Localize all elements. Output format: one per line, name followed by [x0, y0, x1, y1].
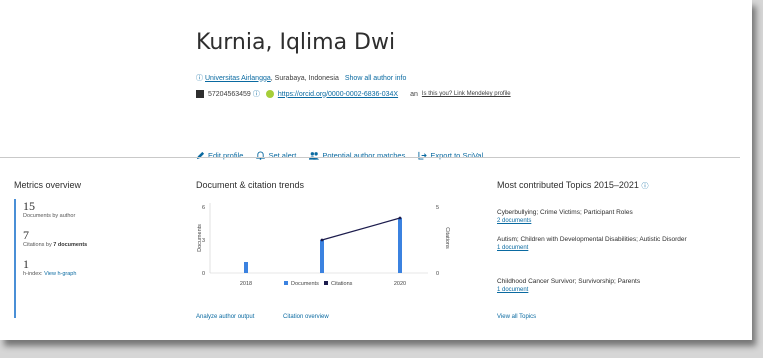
author-profile-page: Kurnia, Iqlima Dwi ⓘ Universitas Airlang… [0, 0, 752, 340]
affiliation-location: , Surabaya, Indonesia [270, 74, 339, 82]
topic-item: Childhood Cancer Survivor; Survivorship;… [497, 277, 733, 295]
edit-profile-button[interactable]: Edit profile [196, 151, 243, 160]
metrics-overview-panel: 15 Documents by author 7 Citations by 7 … [14, 199, 114, 318]
section-divider [0, 157, 740, 158]
legend-documents-label: Documents [291, 281, 319, 287]
y-axis-label-right: Citations [444, 227, 450, 249]
most-contributed-topics-title: Most contributed Topics 2015–2021 ⓘ [497, 180, 649, 190]
legend-citations-swatch [324, 281, 328, 285]
documents-count: 15 [23, 199, 35, 213]
citations-series-line [321, 217, 401, 241]
info-circle-icon: ⓘ [196, 75, 203, 82]
metrics-overview-title: Metrics overview [14, 180, 82, 190]
documents-bar-2019[interactable] [320, 240, 324, 273]
set-alert-label: Set alert [268, 151, 297, 160]
x-tick-label: 2018 [240, 281, 252, 287]
info-circle-icon[interactable]: ⓘ [641, 183, 648, 190]
affiliation-row: ⓘ Universitas Airlangga , Surabaya, Indo… [196, 73, 406, 83]
pencil-icon [196, 151, 205, 160]
documents-bar-2018[interactable] [244, 262, 248, 273]
topic-documents-link[interactable]: 1 document [497, 286, 733, 295]
h-index-value: 1 [23, 257, 29, 271]
scopus-author-id: 57204563459 [208, 90, 251, 98]
export-to-scival-button[interactable]: Export to SciVal [418, 151, 483, 160]
people-icon [309, 152, 320, 160]
identifiers-row: 57204563459 ⓘ https://orcid.org/0000-000… [196, 89, 511, 99]
set-alert-button[interactable]: Set alert [256, 151, 296, 160]
link-mendeley-profile-link[interactable]: Is this you? Link Mendeley profile [422, 91, 511, 97]
potential-author-matches-button[interactable]: Potential author matches [309, 151, 405, 160]
documents-bar-2020[interactable] [398, 218, 402, 273]
topic-documents-link[interactable]: 2 documents [497, 217, 733, 226]
legend-citations-label: Citations [331, 281, 353, 287]
citations-count-label: Citations by 7 documents [23, 242, 88, 248]
y-axis-label-left: Documents [197, 224, 203, 252]
info-circle-icon[interactable]: ⓘ [253, 89, 260, 99]
view-h-graph-link[interactable]: View h-graph [44, 271, 76, 277]
show-all-author-info-link[interactable]: Show all author info [345, 75, 406, 82]
edit-profile-label: Edit profile [208, 151, 244, 160]
h-index-label: h-index: View h-graph [23, 271, 77, 277]
author-name: Kurnia, Iqlima Dwi [196, 30, 396, 55]
scopus-id-icon [196, 90, 204, 98]
document-citation-trends-title: Document & citation trends [196, 180, 305, 190]
citations-point-2020[interactable] [398, 216, 402, 220]
topic-item: Cyberbullying; Crime Victims; Participan… [497, 208, 733, 226]
analyze-author-output-link[interactable]: Analyze author output [196, 314, 254, 320]
affiliation-link[interactable]: Universitas Airlangga [205, 75, 271, 82]
author-actions: Edit profile Set alert Potential author … [196, 151, 483, 160]
potential-author-matches-label: Potential author matches [322, 151, 406, 160]
document-citation-trends-chart: 630502018 2020 Documents Citations Docume… [197, 203, 450, 287]
citation-overview-link[interactable]: Citation overview [283, 314, 329, 320]
y-tick-left: 0 [202, 271, 205, 277]
legend-documents-swatch [284, 281, 288, 285]
topic-title[interactable]: Cyberbullying; Crime Victims; Participan… [497, 208, 733, 217]
mendeley-icon: an [410, 90, 418, 98]
view-all-topics-link[interactable]: View all Topics [497, 314, 536, 320]
y-tick-right: 0 [436, 271, 439, 277]
citations-count: 7 [23, 228, 29, 242]
topic-title[interactable]: Autism; Children with Developmental Disa… [497, 235, 733, 244]
topic-item: Autism; Children with Developmental Disa… [497, 235, 733, 253]
citations-point-2019[interactable] [320, 238, 324, 242]
orcid-icon [265, 90, 274, 98]
y-tick-right: 5 [436, 205, 439, 211]
orcid-link[interactable]: https://orcid.org/0000-0002-6836-034X [278, 91, 398, 98]
export-icon [418, 151, 428, 160]
x-tick-label: 2020 [394, 281, 406, 287]
documents-count-label: Documents by author [23, 213, 76, 219]
export-to-scival-label: Export to SciVal [430, 151, 484, 160]
y-tick-left: 6 [202, 205, 205, 211]
bell-icon [256, 151, 266, 160]
topic-title[interactable]: Childhood Cancer Survivor; Survivorship;… [497, 277, 733, 286]
topic-documents-link[interactable]: 1 document [497, 244, 733, 253]
